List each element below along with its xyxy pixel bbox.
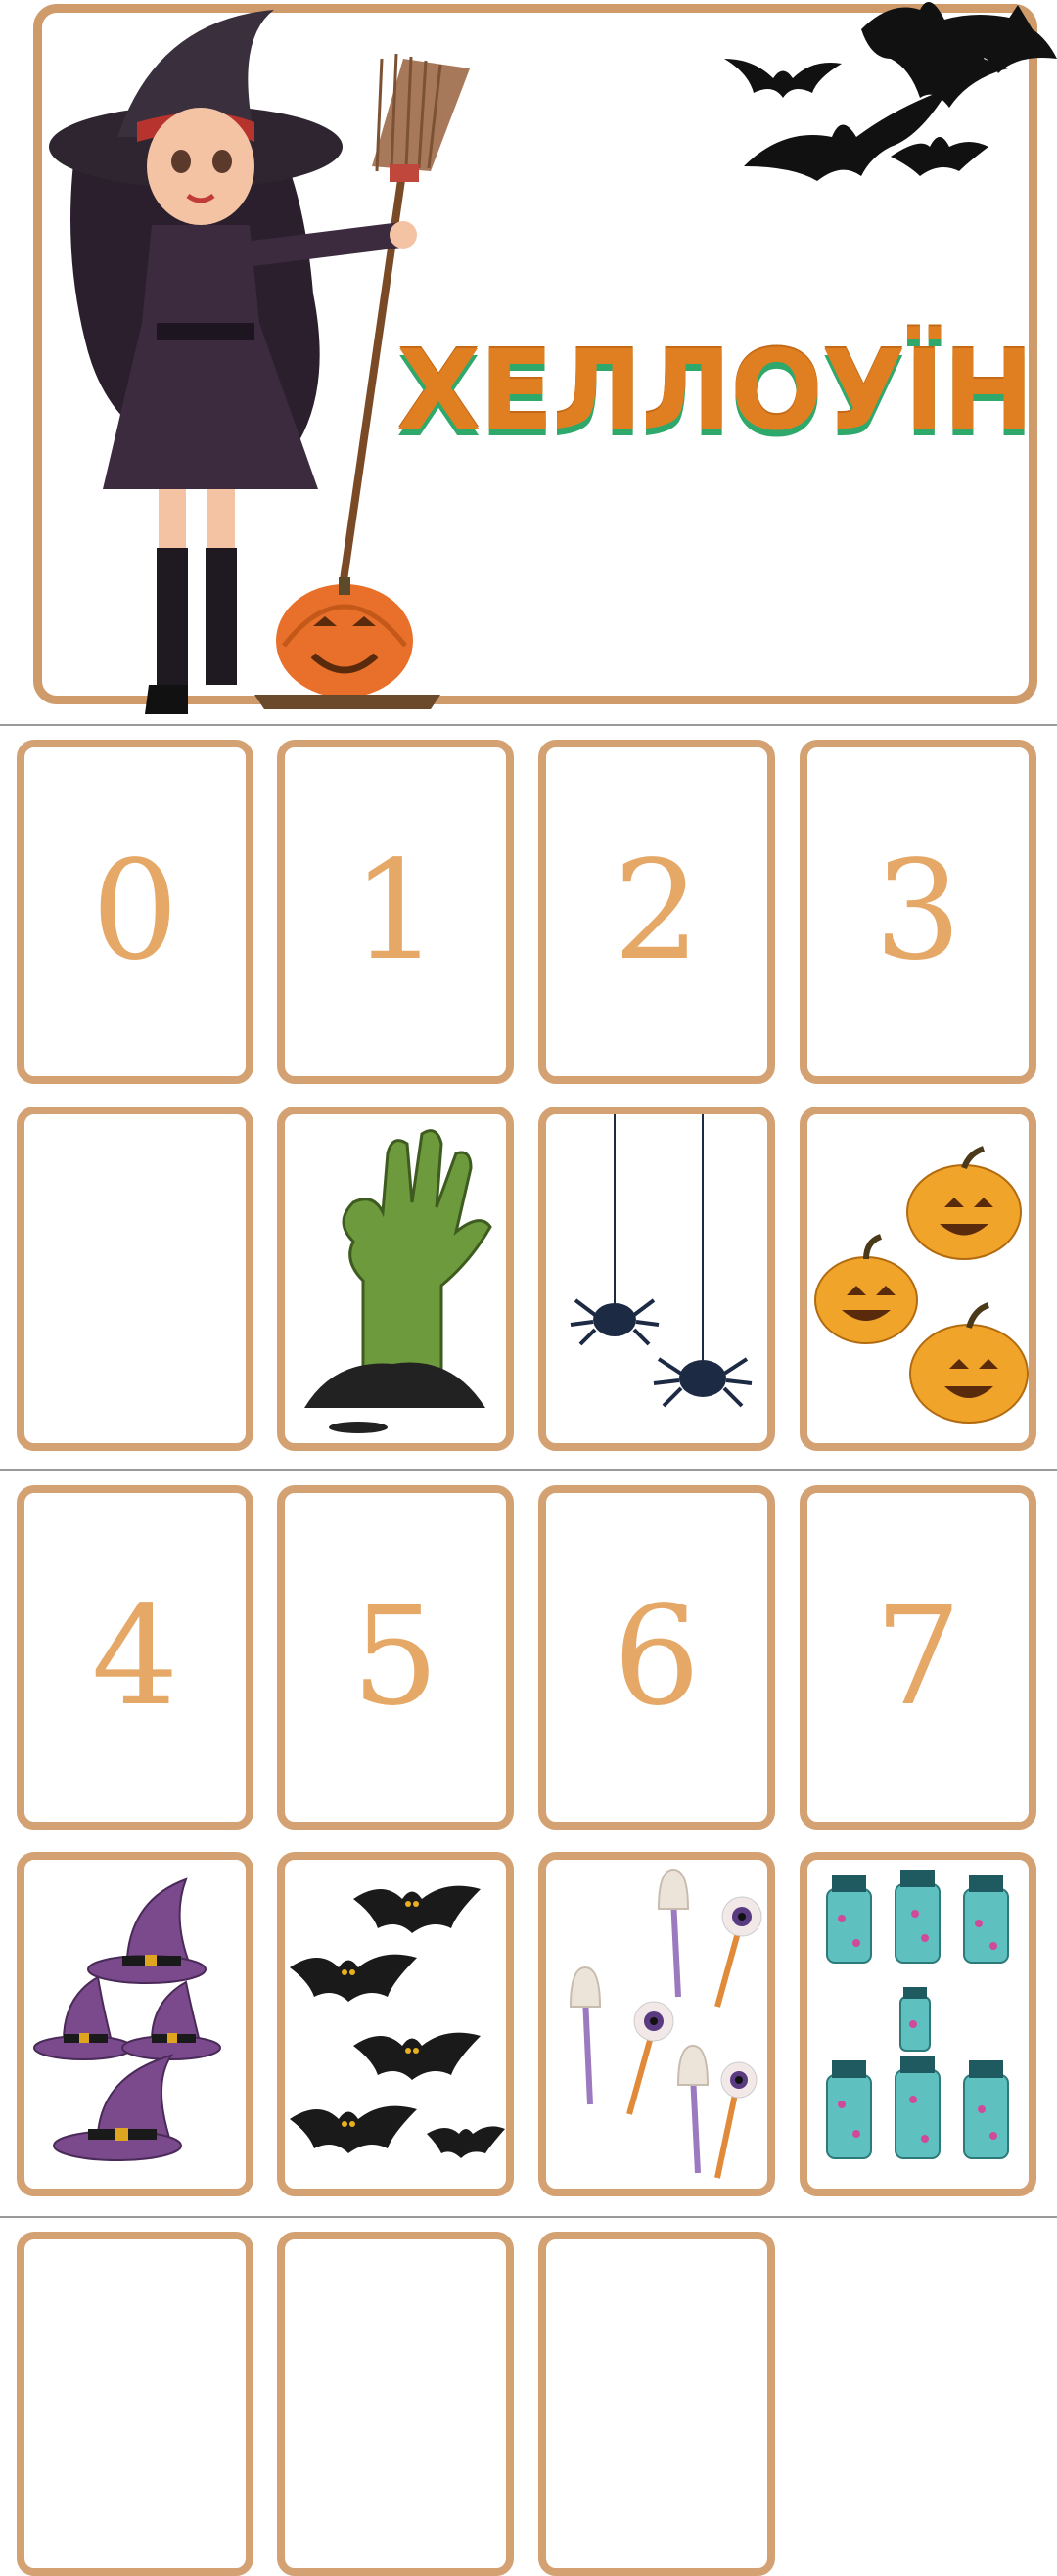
witch-hat-icon <box>33 1877 221 2161</box>
worksheet-page-1: 0 1 2 3 <box>0 726 1057 1469</box>
number-card[interactable]: 3 <box>800 740 1036 1084</box>
number-card[interactable]: 2 <box>538 740 775 1084</box>
lollipop-icon <box>569 1868 762 2179</box>
number-card[interactable]: 4 <box>17 1485 253 1830</box>
spider-icon <box>570 1114 753 1408</box>
number-card[interactable]: 6 <box>538 1485 775 1830</box>
cover-title: ХЕЛЛОУЇН <box>396 328 1034 455</box>
number-label: 1 <box>351 832 439 991</box>
cover-page: ХЕЛЛОУЇН <box>0 0 1057 722</box>
pumpkin-icon <box>814 1146 1029 1424</box>
number-card[interactable]: 7 <box>800 1485 1036 1830</box>
picture-card-spiders[interactable] <box>538 1107 775 1451</box>
worksheet-page-3 <box>0 2218 1057 2576</box>
number-label: 5 <box>351 1577 439 1737</box>
picture-card-empty[interactable] <box>17 1107 253 1451</box>
number-label: 6 <box>613 1577 701 1737</box>
picture-card-potion-jars[interactable] <box>800 1852 1036 2196</box>
number-label: 2 <box>613 832 701 991</box>
number-label: 0 <box>91 832 179 991</box>
number-card[interactable]: 5 <box>277 1485 514 1830</box>
picture-card-pumpkins[interactable] <box>800 1107 1036 1451</box>
number-label: 4 <box>91 1577 179 1737</box>
bat-icon <box>290 1885 505 2158</box>
zombie-hand-icon <box>304 1129 492 1433</box>
potion-jar-icon <box>826 1870 1009 2159</box>
picture-card-witch-hats[interactable] <box>17 1852 253 2196</box>
bats-illustration <box>724 2 1057 181</box>
picture-card-eyeball-lollipops[interactable] <box>538 1852 775 2196</box>
picture-card-zombie-hand[interactable] <box>277 1107 514 1451</box>
picture-card-bats[interactable] <box>277 1852 514 2196</box>
number-card[interactable] <box>17 2232 253 2576</box>
number-label: 3 <box>874 832 962 991</box>
number-card[interactable] <box>277 2232 514 2576</box>
number-card[interactable]: 1 <box>277 740 514 1084</box>
number-card[interactable] <box>538 2232 775 2576</box>
number-label: 7 <box>874 1577 962 1737</box>
number-card[interactable]: 0 <box>17 740 253 1084</box>
worksheet-page-2: 4 5 6 7 <box>0 1471 1057 2215</box>
